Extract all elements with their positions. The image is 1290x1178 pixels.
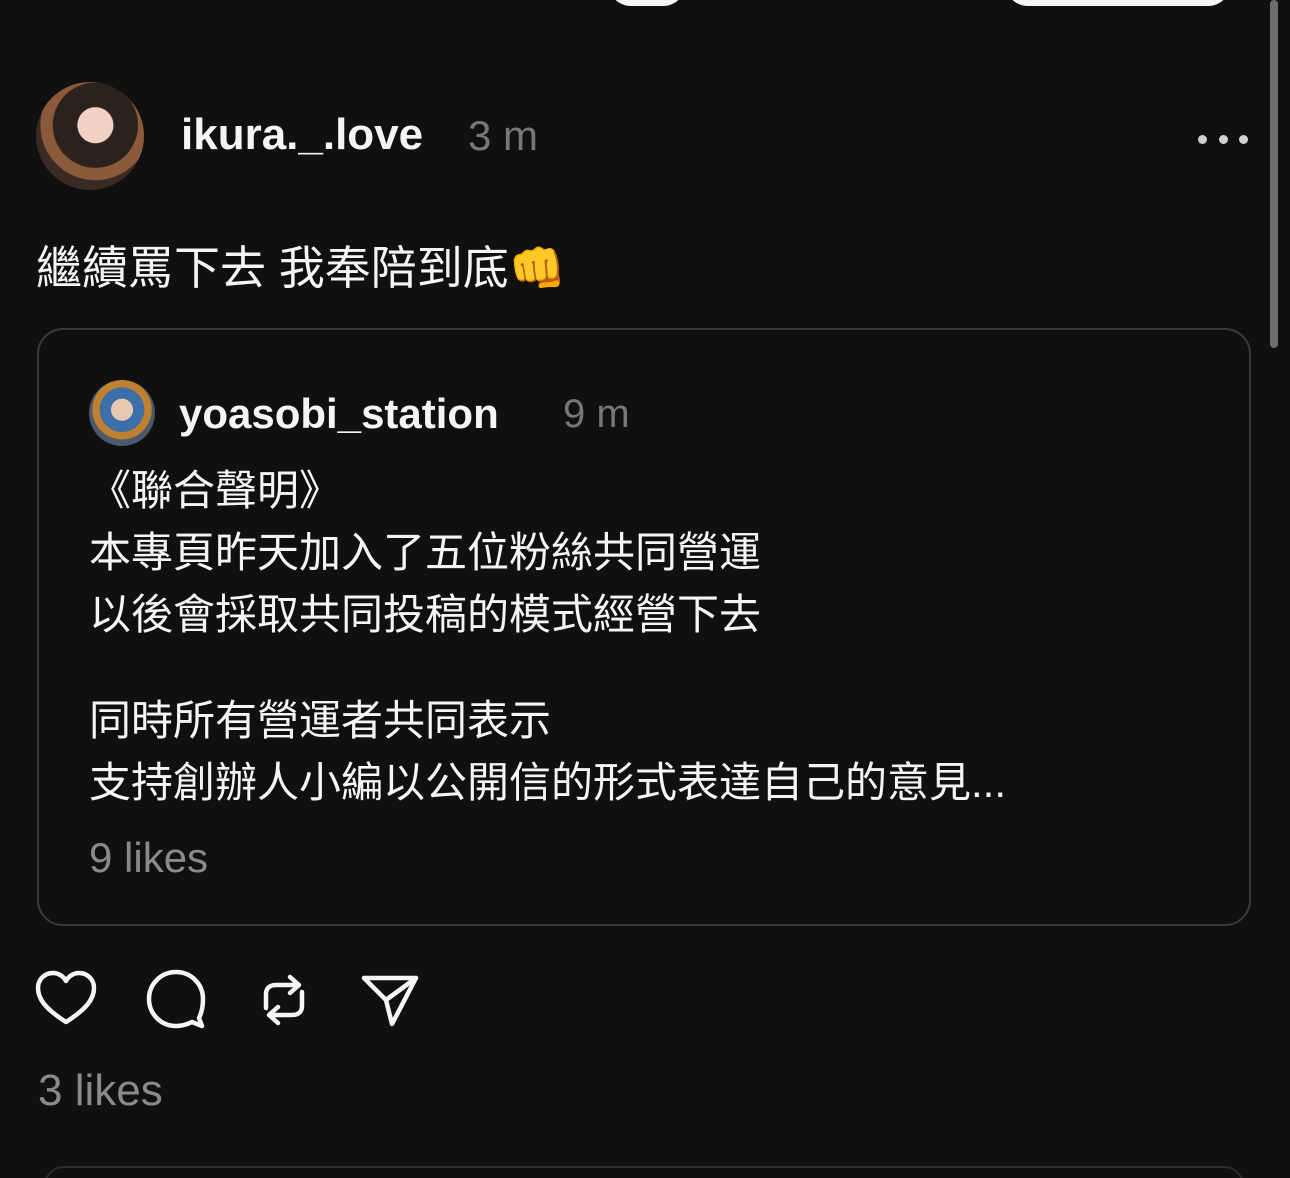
comment-icon (146, 969, 206, 1029)
like-button[interactable] (34, 968, 98, 1032)
share-button[interactable] (358, 968, 422, 1032)
quoted-line: 以後會採取共同投稿的模式經營下去 (89, 591, 762, 638)
post-timestamp: 3 m (468, 112, 539, 159)
quoted-post-card[interactable]: yoasobi_station 9 m 《聯合聲明》 本專頁昨天加入了五位粉絲共… (37, 328, 1251, 926)
more-dot-icon (1218, 134, 1228, 144)
quoted-line: 支持創辦人小編以公開信的形式表達自己的意見... (89, 759, 1007, 806)
quoted-timestamp: 9 m (563, 392, 630, 436)
post-text: 繼續罵下去 我奉陪到底👊 (36, 242, 567, 294)
quoted-line: 本專頁昨天加入了五位粉絲共同營運 (89, 529, 762, 576)
scrollbar[interactable] (1270, 0, 1278, 348)
quoted-avatar[interactable] (89, 380, 155, 446)
heart-icon (35, 970, 97, 1025)
quoted-likes-count[interactable]: 9 likes (89, 834, 208, 882)
avatar[interactable] (36, 82, 144, 190)
post-username[interactable]: ikura._.love (181, 110, 423, 160)
threads-post-view: ikura._.love 3 m 繼續罵下去 我奉陪到底👊 yoasobi_st… (0, 0, 1290, 1178)
top-control-left[interactable] (608, 0, 686, 6)
repost-button[interactable] (252, 968, 316, 1032)
next-card (44, 1166, 1244, 1178)
more-dot-icon (1239, 134, 1248, 144)
top-control-right[interactable] (1005, 0, 1231, 6)
quoted-username[interactable]: yoasobi_station (179, 390, 499, 438)
post-likes-count[interactable]: 3 likes (38, 1066, 163, 1116)
reply-button[interactable] (144, 968, 208, 1032)
quoted-line: 同時所有營運者共同表示 (89, 697, 552, 744)
quoted-line: 《聯合聲明》 (89, 467, 342, 514)
repost-icon (263, 974, 305, 1026)
more-dot-icon (1198, 134, 1207, 144)
send-icon (361, 975, 419, 1027)
more-options-button[interactable] (1198, 122, 1248, 156)
quoted-post-text: 《聯合聲明》 本專頁昨天加入了五位粉絲共同營運 以後會採取共同投稿的模式經營下去… (89, 460, 1006, 814)
